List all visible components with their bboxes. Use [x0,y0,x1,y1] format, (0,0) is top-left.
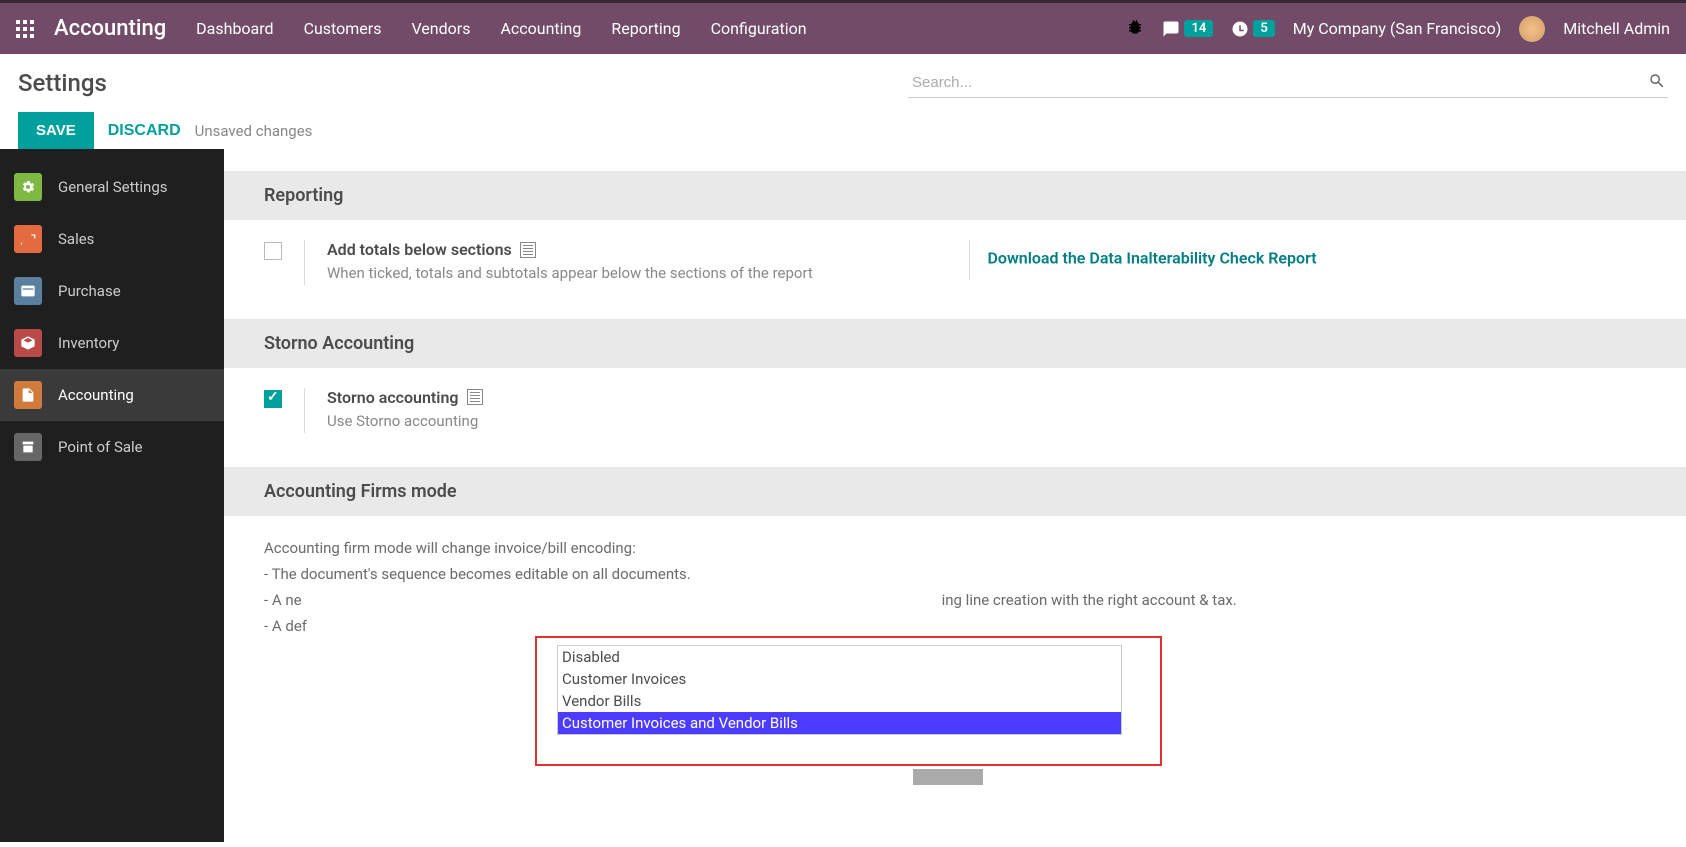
sidebar-item-sales[interactable]: Sales [0,213,224,265]
totals-below-desc: When ticked, totals and subtotals appear… [327,263,887,285]
main-menu: Dashboard Customers Vendors Accounting R… [196,19,1126,38]
chart-icon [14,225,42,253]
apps-icon[interactable] [16,20,34,38]
option-disabled[interactable]: Disabled [558,646,1121,668]
top-navbar: Accounting Dashboard Customers Vendors A… [0,0,1686,54]
activities-badge: 5 [1253,20,1274,37]
sidebar-item-purchase[interactable]: Purchase [0,265,224,317]
sidebar-item-pos[interactable]: Point of Sale [0,421,224,473]
divider [304,388,305,433]
user-menu[interactable]: Mitchell Admin [1563,19,1670,38]
divider [304,240,305,285]
settings-content: Reporting Add totals below sections When… [224,149,1686,842]
search-box [908,68,1668,98]
firms-intro: Accounting firm mode will change invoice… [264,536,1646,560]
menu-dashboard[interactable]: Dashboard [196,19,273,38]
sidebar-item-label: Sales [58,230,94,248]
search-input[interactable] [908,68,1668,98]
firms-line3: - A def [264,614,1646,638]
save-button[interactable]: SAVE [18,112,94,149]
sidebar-item-accounting[interactable]: Accounting [0,369,224,421]
company-switcher[interactable]: My Company (San Francisco) [1293,19,1502,38]
option-vendor-bills[interactable]: Vendor Bills [558,690,1121,712]
menu-customers[interactable]: Customers [304,19,382,38]
sidebar-item-label: Inventory [58,334,119,352]
menu-vendors[interactable]: Vendors [411,19,470,38]
activities-button[interactable]: 5 [1231,20,1274,38]
sidebar-item-label: General Settings [58,178,168,196]
sidebar-item-label: Purchase [58,282,121,300]
page-title: Settings [18,69,107,97]
sidebar-item-inventory[interactable]: Inventory [0,317,224,369]
download-inalterability-link[interactable]: Download the Data Inalterability Check R… [987,249,1316,268]
shop-icon [14,433,42,461]
option-customer-and-vendor[interactable]: Customer Invoices and Vendor Bills [558,712,1121,734]
document-icon [14,381,42,409]
menu-accounting[interactable]: Accounting [500,19,581,38]
menu-reporting[interactable]: Reporting [611,19,680,38]
topbar-right: 14 5 My Company (San Francisco) Mitchell… [1126,16,1670,42]
box-icon [14,329,42,357]
scrollbar-stub [913,769,983,785]
quick-encoding-dropdown: Disabled Customer Invoices Vendor Bills … [557,645,1122,735]
option-customer-invoices[interactable]: Customer Invoices [558,668,1121,690]
messages-button[interactable]: 14 [1162,20,1213,38]
bug-icon[interactable] [1126,18,1144,40]
search-icon[interactable] [1648,72,1666,90]
main-area: General Settings Sales Purchase Inventor… [0,149,1686,842]
section-firms-header: Accounting Firms mode [224,467,1686,516]
section-storno-header: Storno Accounting [224,319,1686,368]
unsaved-indicator: Unsaved changes [195,122,313,140]
firms-line2: - A nexxxxxxxxxxxxxxxxxxxxxxxxxxxxxxxxxx… [264,588,1646,612]
totals-below-title: Add totals below sections [327,240,512,259]
avatar[interactable] [1519,16,1545,42]
control-panel: Settings SAVE DISCARD Unsaved changes [0,54,1686,149]
totals-below-checkbox[interactable] [264,242,282,260]
storno-title: Storno accounting [327,388,459,407]
gear-icon [14,173,42,201]
section-reporting-header: Reporting [224,171,1686,220]
sidebar-item-general[interactable]: General Settings [0,161,224,213]
divider [969,240,970,280]
menu-configuration[interactable]: Configuration [711,19,807,38]
storno-checkbox[interactable] [264,390,282,408]
messages-badge: 14 [1184,20,1213,37]
building-icon [520,242,536,258]
discard-button[interactable]: DISCARD [108,122,181,140]
settings-sidebar: General Settings Sales Purchase Inventor… [0,149,224,842]
storno-desc: Use Storno accounting [327,411,887,433]
building-icon [467,389,483,405]
app-brand[interactable]: Accounting [54,16,166,41]
sidebar-item-label: Point of Sale [58,438,143,456]
firms-line1: - The document's sequence becomes editab… [264,562,1646,586]
card-icon [14,277,42,305]
sidebar-item-label: Accounting [58,386,134,404]
